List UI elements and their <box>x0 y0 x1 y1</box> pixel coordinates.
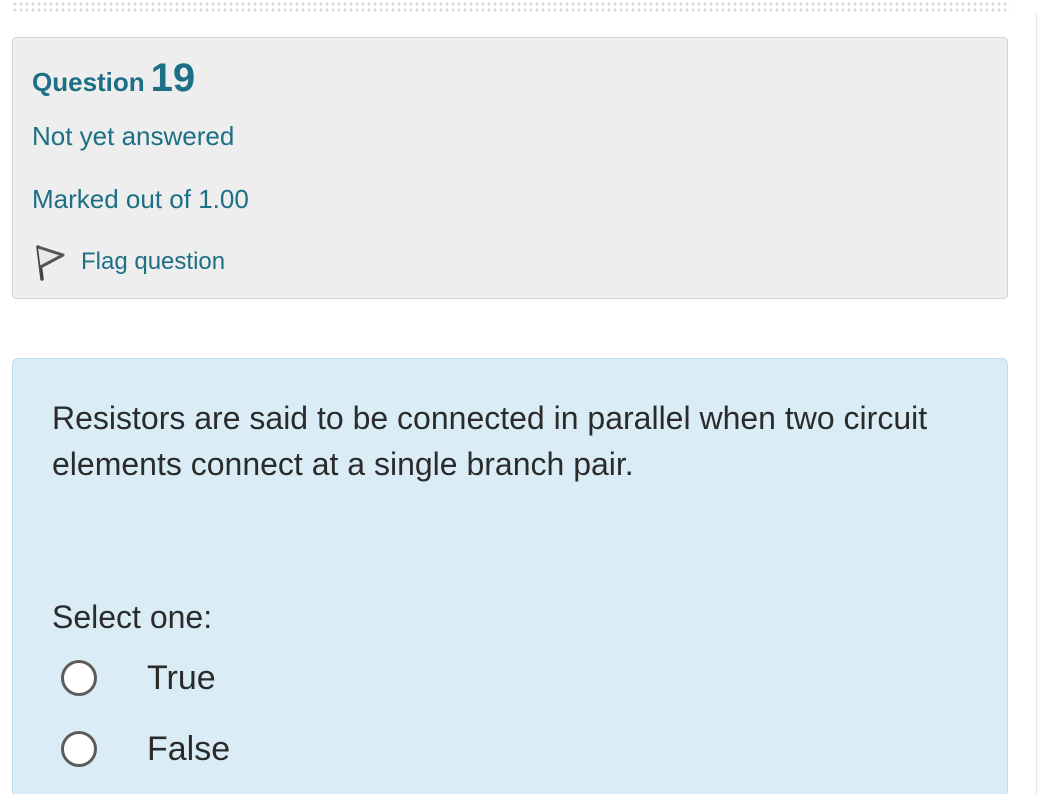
answer-label-false[interactable]: False <box>147 730 230 769</box>
flag-question-link[interactable]: Flag question <box>33 240 225 284</box>
question-number: 19 <box>150 56 196 100</box>
question-heading: Question 19 <box>32 56 195 101</box>
quiz-page: Question 19 Not yet answered Marked out o… <box>0 0 1050 794</box>
question-info-panel: Question 19 Not yet answered Marked out o… <box>12 37 1008 299</box>
radio-button-false[interactable] <box>61 731 97 767</box>
question-content-panel: Resistors are said to be connected in pa… <box>12 358 1008 794</box>
answer-option-true[interactable]: True <box>61 656 216 700</box>
question-state: Not yet answered <box>32 121 235 151</box>
question-text: Resistors are said to be connected in pa… <box>52 400 928 482</box>
previous-question-dotted-edge <box>12 0 1010 14</box>
question-word: Question <box>32 67 145 97</box>
page-divider <box>1036 14 1037 794</box>
answer-option-false[interactable]: False <box>61 727 230 771</box>
flag-icon[interactable] <box>33 242 67 282</box>
question-grade: Marked out of 1.00 <box>32 184 249 214</box>
flag-question-label[interactable]: Flag question <box>81 248 225 276</box>
answer-label-true[interactable]: True <box>147 659 216 698</box>
answer-prompt: Select one: <box>52 599 213 635</box>
radio-button-true[interactable] <box>61 660 97 696</box>
